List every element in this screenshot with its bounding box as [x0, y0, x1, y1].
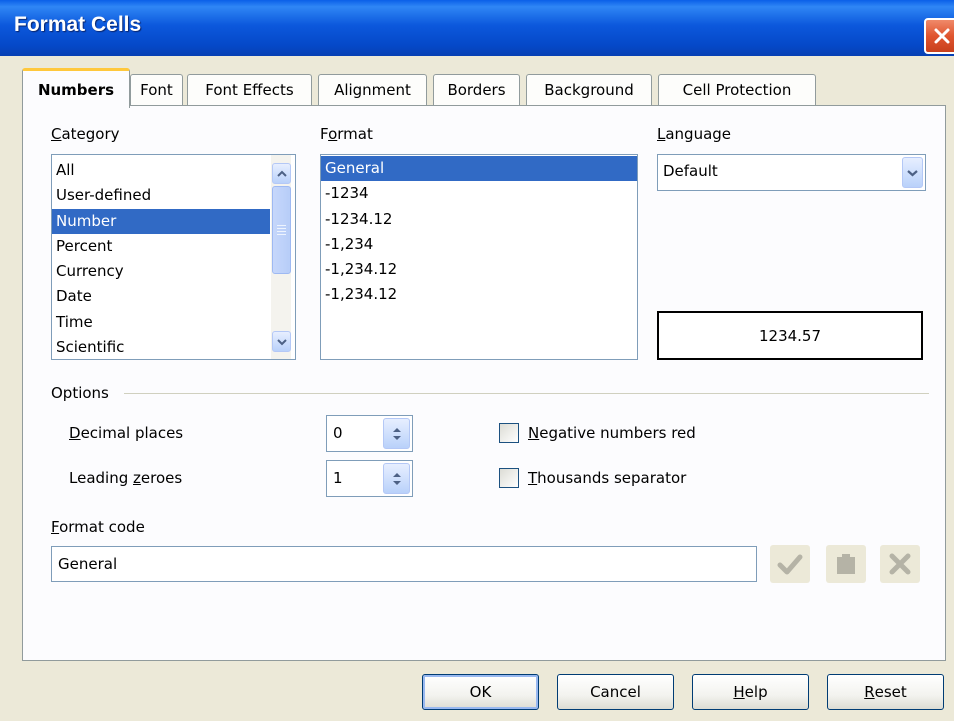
category-item-currency[interactable]: Currency	[52, 259, 270, 284]
category-scrollbar[interactable]	[271, 155, 291, 359]
tab-cell-protection[interactable]: Cell Protection	[658, 74, 816, 106]
reset-button[interactable]: Reset	[827, 674, 944, 710]
apply-format-code-button[interactable]	[770, 545, 810, 583]
close-button[interactable]	[924, 18, 954, 54]
thousands-separator-checkbox[interactable]	[499, 468, 519, 488]
negative-numbers-red-label[interactable]: Negative numbers red	[528, 424, 696, 442]
format-code-label: Format code	[51, 518, 145, 536]
tab-font[interactable]: Font	[130, 74, 183, 106]
options-label: Options	[51, 384, 109, 402]
format-code-field[interactable]	[51, 546, 757, 582]
decimal-places-spin-button[interactable]	[383, 418, 410, 449]
cancel-button[interactable]: Cancel	[557, 674, 674, 710]
thousands-separator-label[interactable]: Thousands separator	[528, 469, 686, 487]
category-label: Category	[51, 125, 120, 143]
category-item-all[interactable]: All	[52, 158, 270, 183]
format-code-input[interactable]	[52, 547, 756, 581]
chevron-up-icon	[276, 170, 287, 177]
delete-x-icon	[889, 553, 911, 575]
tab-alignment[interactable]: Alignment	[318, 74, 427, 106]
category-item-number[interactable]: Number	[52, 208, 270, 234]
scroll-thumb[interactable]	[272, 186, 291, 274]
decimal-places-stepper[interactable]: 0	[326, 415, 413, 452]
spin-arrows-icon	[392, 427, 401, 440]
tab-borders[interactable]: Borders	[433, 74, 520, 106]
leading-zeroes-label: Leading zeroes	[69, 469, 183, 487]
options-divider	[124, 393, 929, 394]
format-list[interactable]: General -1234 -1234.12 -1,234 -1,234.12 …	[320, 154, 638, 360]
category-item-user-defined[interactable]: User-defined	[52, 183, 270, 208]
checkmark-icon	[777, 554, 803, 575]
delete-format-code-button[interactable]	[880, 545, 920, 583]
tab-numbers[interactable]: Numbers	[22, 68, 130, 108]
edit-comment-button[interactable]	[826, 545, 866, 583]
language-value: Default	[663, 162, 718, 180]
leading-zeroes-spin-button[interactable]	[383, 463, 410, 494]
tab-font-effects[interactable]: Font Effects	[187, 74, 312, 106]
title-bar: Format Cells	[0, 0, 954, 56]
close-icon	[934, 28, 950, 44]
window-title: Format Cells	[14, 13, 142, 36]
preview-value: 1234.57	[758, 326, 822, 345]
format-item-general[interactable]: General	[321, 156, 637, 182]
category-item-time[interactable]: Time	[52, 310, 270, 335]
decimal-places-label: Decimal places	[69, 424, 184, 442]
format-label: Format	[320, 125, 373, 143]
category-list[interactable]: All User-defined Number Percent Currency…	[51, 154, 296, 360]
format-preview: 1234.57	[657, 311, 923, 360]
format-item[interactable]: -1,234.12	[321, 282, 637, 307]
spin-arrows-icon	[392, 472, 401, 485]
decimal-places-value: 0	[333, 424, 343, 442]
comment-icon	[837, 554, 855, 574]
language-select[interactable]: Default	[657, 154, 926, 191]
format-item[interactable]: -1234.12	[321, 207, 637, 232]
leading-zeroes-stepper[interactable]: 1	[326, 460, 413, 497]
leading-zeroes-value: 1	[333, 469, 343, 487]
help-button[interactable]: Help	[692, 674, 809, 710]
ok-button[interactable]: OK	[422, 674, 539, 710]
negative-numbers-red-checkbox[interactable]	[499, 423, 519, 443]
scroll-down-button[interactable]	[272, 331, 291, 352]
chevron-down-icon	[907, 169, 918, 176]
chevron-down-icon	[276, 338, 287, 345]
category-item-percent[interactable]: Percent	[52, 234, 270, 259]
format-item[interactable]: -1234	[321, 181, 637, 206]
format-item[interactable]: -1,234	[321, 232, 637, 257]
language-label: Language	[657, 125, 732, 143]
language-dropdown-button[interactable]	[902, 157, 923, 188]
tab-background[interactable]: Background	[526, 74, 652, 106]
category-item-date[interactable]: Date	[52, 284, 270, 309]
category-item-scientific[interactable]: Scientific	[52, 335, 270, 359]
format-item[interactable]: -1,234.12	[321, 257, 637, 282]
scroll-up-button[interactable]	[272, 163, 291, 184]
